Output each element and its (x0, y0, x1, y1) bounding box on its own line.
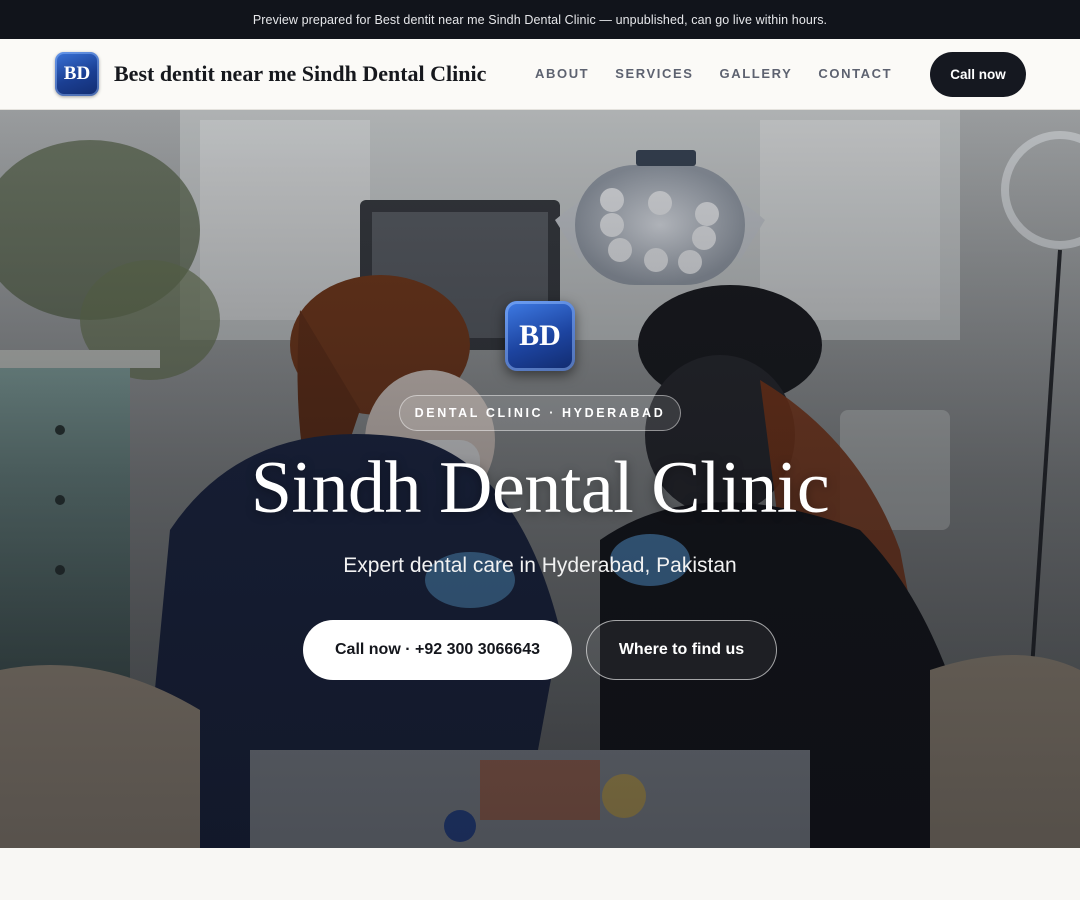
find-us-label: Where to find us (618, 641, 745, 658)
hero-section: BD DENTAL CLINIC · HYDERABAD Sindh Denta… (0, 110, 1080, 848)
brand-logo-text: BD (63, 63, 91, 84)
hero-call-button[interactable]: Call now · +92 300 3066643 (303, 620, 572, 680)
nav-services[interactable]: SERVICES (615, 66, 693, 81)
header-call-button[interactable]: Call now (930, 52, 1026, 97)
hero-call-label: Call now · +92 300 3066643 (334, 641, 540, 658)
nav-about[interactable]: ABOUT (535, 66, 589, 81)
hero-location-badge: DENTAL CLINIC · HYDERABAD (399, 395, 681, 431)
nav-contact[interactable]: CONTACT (818, 66, 892, 81)
hero-subtitle: Expert dental care in Hyderabad, Pakista… (343, 554, 737, 577)
preview-banner-text: Preview prepared for Best dentit near me… (252, 12, 828, 27)
hero-title: Sindh Dental Clinic (250, 447, 830, 529)
brand-name[interactable]: Best dentit near me Sindh Dental Clinic (114, 61, 486, 87)
site-header: BD Best dentit near me Sindh Dental Clin… (0, 39, 1080, 110)
hero-logo: BD (505, 301, 575, 371)
nav-gallery[interactable]: GALLERY (720, 66, 793, 81)
header-call-label: Call now (950, 67, 1006, 82)
hero-logo-text: BD (519, 319, 561, 352)
preview-banner: Preview prepared for Best dentit near me… (0, 0, 1080, 39)
main-nav: ABOUT SERVICES GALLERY CONTACT (535, 66, 892, 81)
hero-badge-text: DENTAL CLINIC · HYDERABAD (414, 406, 666, 420)
find-us-button[interactable]: Where to find us (586, 620, 777, 680)
brand-logo[interactable]: BD (55, 52, 99, 96)
next-section-start (0, 848, 1080, 900)
